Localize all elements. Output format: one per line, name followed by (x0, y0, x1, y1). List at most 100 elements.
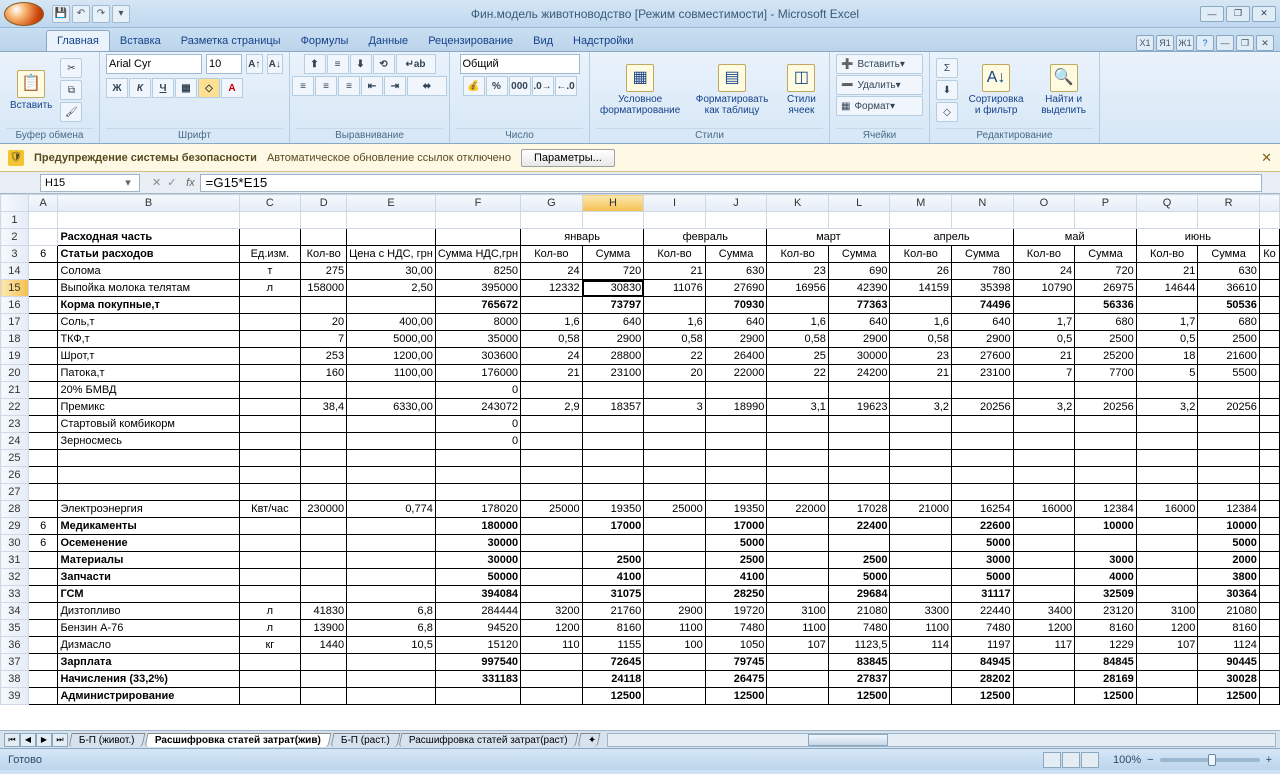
row-header[interactable]: 23 (1, 416, 29, 433)
insert-cells-button[interactable]: ➕ Вставить ▾ (836, 54, 923, 74)
page-break-view-icon[interactable] (1081, 752, 1099, 768)
merge-center-icon[interactable]: ⬌ (407, 76, 447, 96)
underline-button[interactable]: Ч (152, 78, 174, 98)
conditional-formatting-button[interactable]: ▦Условное форматирование (596, 62, 684, 118)
font-size-select[interactable] (206, 54, 242, 74)
delete-cells-button[interactable]: ➖ Удалить ▾ (836, 75, 923, 95)
help-ya-icon[interactable]: Я1 (1156, 35, 1174, 51)
row-header[interactable]: 21 (1, 382, 29, 399)
clear-icon[interactable]: ◇ (936, 102, 958, 122)
find-select-button[interactable]: 🔍Найти и выделить (1034, 62, 1093, 118)
col-header[interactable]: H (582, 195, 644, 212)
col-header[interactable]: B (58, 195, 239, 212)
first-sheet-icon[interactable]: ⏮ (4, 733, 20, 747)
col-header[interactable]: O (1013, 195, 1075, 212)
col-header[interactable]: E (347, 195, 436, 212)
tab-home[interactable]: Главная (46, 30, 110, 51)
maximize-button[interactable]: ❐ (1226, 6, 1250, 22)
sheet-tab[interactable]: Расшифровка статей затрат(жив) (144, 733, 331, 747)
col-header[interactable]: G (521, 195, 583, 212)
row-header[interactable]: 27 (1, 484, 29, 501)
row-header[interactable]: 32 (1, 569, 29, 586)
qat-dropdown-icon[interactable]: ▾ (112, 5, 130, 23)
row-header[interactable]: 20 (1, 365, 29, 382)
col-header[interactable]: N (952, 195, 1014, 212)
font-color-button[interactable]: A (221, 78, 243, 98)
sheet-tab[interactable]: Б-П (раст.) (330, 733, 400, 747)
row-header[interactable]: 1 (1, 212, 29, 229)
col-header[interactable]: I (644, 195, 706, 212)
align-bottom-icon[interactable]: ⬇ (350, 54, 372, 74)
prev-sheet-icon[interactable]: ◀ (20, 733, 36, 747)
last-sheet-icon[interactable]: ⏭ (52, 733, 68, 747)
decrease-indent-icon[interactable]: ⇤ (361, 76, 383, 96)
save-icon[interactable]: 💾 (52, 5, 70, 23)
col-header[interactable]: R (1198, 195, 1260, 212)
normal-view-icon[interactable] (1043, 752, 1061, 768)
cut-icon[interactable]: ✂ (60, 58, 82, 78)
sheet-tab[interactable]: Б-П (живот.) (69, 733, 146, 747)
row-header[interactable]: 33 (1, 586, 29, 603)
worksheet-grid[interactable]: ABCDEFGHIJKLMNOPQR12Расходная частьянвар… (0, 194, 1280, 730)
row-header[interactable]: 17 (1, 314, 29, 331)
security-close-icon[interactable]: ✕ (1261, 150, 1272, 166)
help-zh-icon[interactable]: Ж1 (1176, 35, 1194, 51)
row-header[interactable]: 25 (1, 450, 29, 467)
zoom-in-icon[interactable]: + (1266, 754, 1272, 766)
copy-icon[interactable]: ⧉ (60, 80, 82, 100)
col-header[interactable]: D (301, 195, 347, 212)
restore-window-icon[interactable]: ❐ (1236, 35, 1254, 51)
format-painter-icon[interactable]: 🖌 (60, 102, 82, 122)
cancel-formula-icon[interactable]: ✕ (152, 176, 161, 189)
row-header[interactable]: 26 (1, 467, 29, 484)
col-header[interactable]: K (767, 195, 829, 212)
row-header[interactable]: 24 (1, 433, 29, 450)
italic-button[interactable]: К (129, 78, 151, 98)
formula-input[interactable] (200, 174, 1262, 192)
close-workbook-icon[interactable]: ✕ (1256, 35, 1274, 51)
row-header[interactable]: 36 (1, 637, 29, 654)
col-header[interactable]: L (828, 195, 890, 212)
col-header[interactable]: C (239, 195, 301, 212)
increase-indent-icon[interactable]: ⇥ (384, 76, 406, 96)
row-header[interactable]: 14 (1, 263, 29, 280)
comma-icon[interactable]: 000 (509, 76, 531, 96)
row-header[interactable]: 38 (1, 671, 29, 688)
enter-formula-icon[interactable]: ✓ (167, 176, 176, 189)
row-header[interactable]: 30 (1, 535, 29, 552)
col-header[interactable]: P (1075, 195, 1137, 212)
col-header[interactable]: M (890, 195, 952, 212)
minimize-button[interactable]: — (1200, 6, 1224, 22)
redo-icon[interactable]: ↷ (92, 5, 110, 23)
align-top-icon[interactable]: ⬆ (304, 54, 326, 74)
sheet-tab[interactable]: Расшифровка статей затрат(раст) (399, 733, 579, 747)
align-right-icon[interactable]: ≡ (338, 76, 360, 96)
row-header[interactable]: 16 (1, 297, 29, 314)
row-header[interactable]: 22 (1, 399, 29, 416)
row-header[interactable]: 37 (1, 654, 29, 671)
increase-decimal-icon[interactable]: .0→ (532, 76, 554, 96)
font-name-select[interactable] (106, 54, 202, 74)
align-center-icon[interactable]: ≡ (315, 76, 337, 96)
percent-icon[interactable]: % (486, 76, 508, 96)
row-header[interactable]: 34 (1, 603, 29, 620)
name-box[interactable]: H15▾ (40, 174, 140, 192)
namebox-dropdown-icon[interactable]: ▾ (121, 176, 135, 189)
tab-page-layout[interactable]: Разметка страницы (171, 31, 291, 51)
row-header[interactable]: 28 (1, 501, 29, 518)
format-as-table-button[interactable]: ▤Форматировать как таблицу (688, 62, 775, 118)
col-header[interactable]: J (705, 195, 767, 212)
fill-color-button[interactable]: ◇ (198, 78, 220, 98)
minimize-ribbon-icon[interactable]: — (1216, 35, 1234, 51)
tab-formulas[interactable]: Формулы (291, 31, 359, 51)
tab-addins[interactable]: Надстройки (563, 31, 643, 51)
col-header[interactable]: A (28, 195, 58, 212)
horizontal-scrollbar[interactable] (607, 733, 1276, 747)
row-header[interactable]: 35 (1, 620, 29, 637)
autosum-icon[interactable]: Σ (936, 58, 958, 78)
tab-review[interactable]: Рецензирование (418, 31, 523, 51)
zoom-slider[interactable] (1160, 758, 1260, 762)
office-button[interactable] (4, 2, 44, 26)
orientation-icon[interactable]: ⟲ (373, 54, 395, 74)
security-options-button[interactable]: Параметры... (521, 149, 615, 167)
